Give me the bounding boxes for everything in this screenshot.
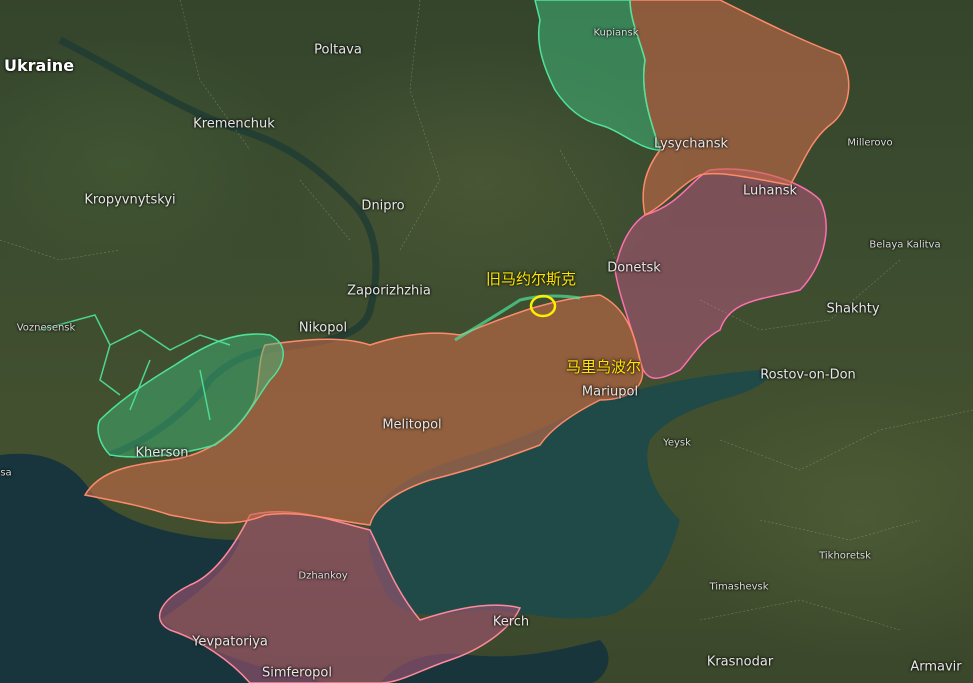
city-label-yevpatoriya: Yevpatoriya	[192, 634, 268, 650]
city-label-dnipro: Dnipro	[361, 198, 405, 214]
country-label-ukraine: Ukraine	[4, 56, 75, 75]
city-label-millerovo: Millerovo	[847, 137, 893, 149]
city-label-kropyvnytskyi: Kropyvnytskyi	[84, 192, 176, 208]
city-label-lysychansk: Lysychansk	[653, 136, 729, 152]
city-label-kherson: Kherson	[135, 445, 189, 461]
city-label-odesa-fragment: sa	[0, 467, 12, 479]
city-label-rostov-on-don: Rostov-on-Don	[760, 367, 856, 383]
annotation-staromaiorske: 旧马约尔斯克	[486, 270, 577, 288]
city-label-kerch: Kerch	[492, 614, 530, 630]
annotation-mariupol-cn: 马里乌波尔	[566, 358, 642, 376]
city-label-nikopol: Nikopol	[298, 320, 348, 336]
city-label-shakhty: Shakhty	[826, 301, 880, 317]
city-label-krasnodar: Krasnodar	[706, 654, 774, 670]
map-viewport[interactable]: Ukraine Poltava Kupiansk Kremenchuk Lysy…	[0, 0, 973, 683]
map-layers	[0, 0, 973, 683]
city-label-donetsk: Donetsk	[607, 260, 661, 276]
city-label-mariupol: Mariupol	[581, 384, 639, 400]
city-label-luhansk: Luhansk	[743, 183, 797, 199]
city-label-timashevsk: Timashevsk	[709, 581, 769, 593]
city-label-simferopol: Simferopol	[262, 665, 332, 681]
city-label-kupiansk: Kupiansk	[593, 27, 639, 39]
city-label-dzhankoy: Dzhankoy	[298, 570, 348, 582]
city-label-voznesensk: Voznesensk	[16, 322, 76, 334]
city-label-tikhoretsk: Tikhoretsk	[819, 550, 871, 562]
city-label-armavir: Armavir	[910, 659, 962, 675]
city-label-zaporizhzhia: Zaporizhzhia	[347, 283, 431, 299]
city-label-poltava: Poltava	[314, 42, 362, 58]
city-label-belaya-kalitva: Belaya Kalitva	[869, 239, 941, 251]
city-label-melitopol: Melitopol	[382, 417, 442, 433]
city-label-yeysk: Yeysk	[663, 437, 691, 449]
city-label-kremenchuk: Kremenchuk	[193, 116, 275, 132]
